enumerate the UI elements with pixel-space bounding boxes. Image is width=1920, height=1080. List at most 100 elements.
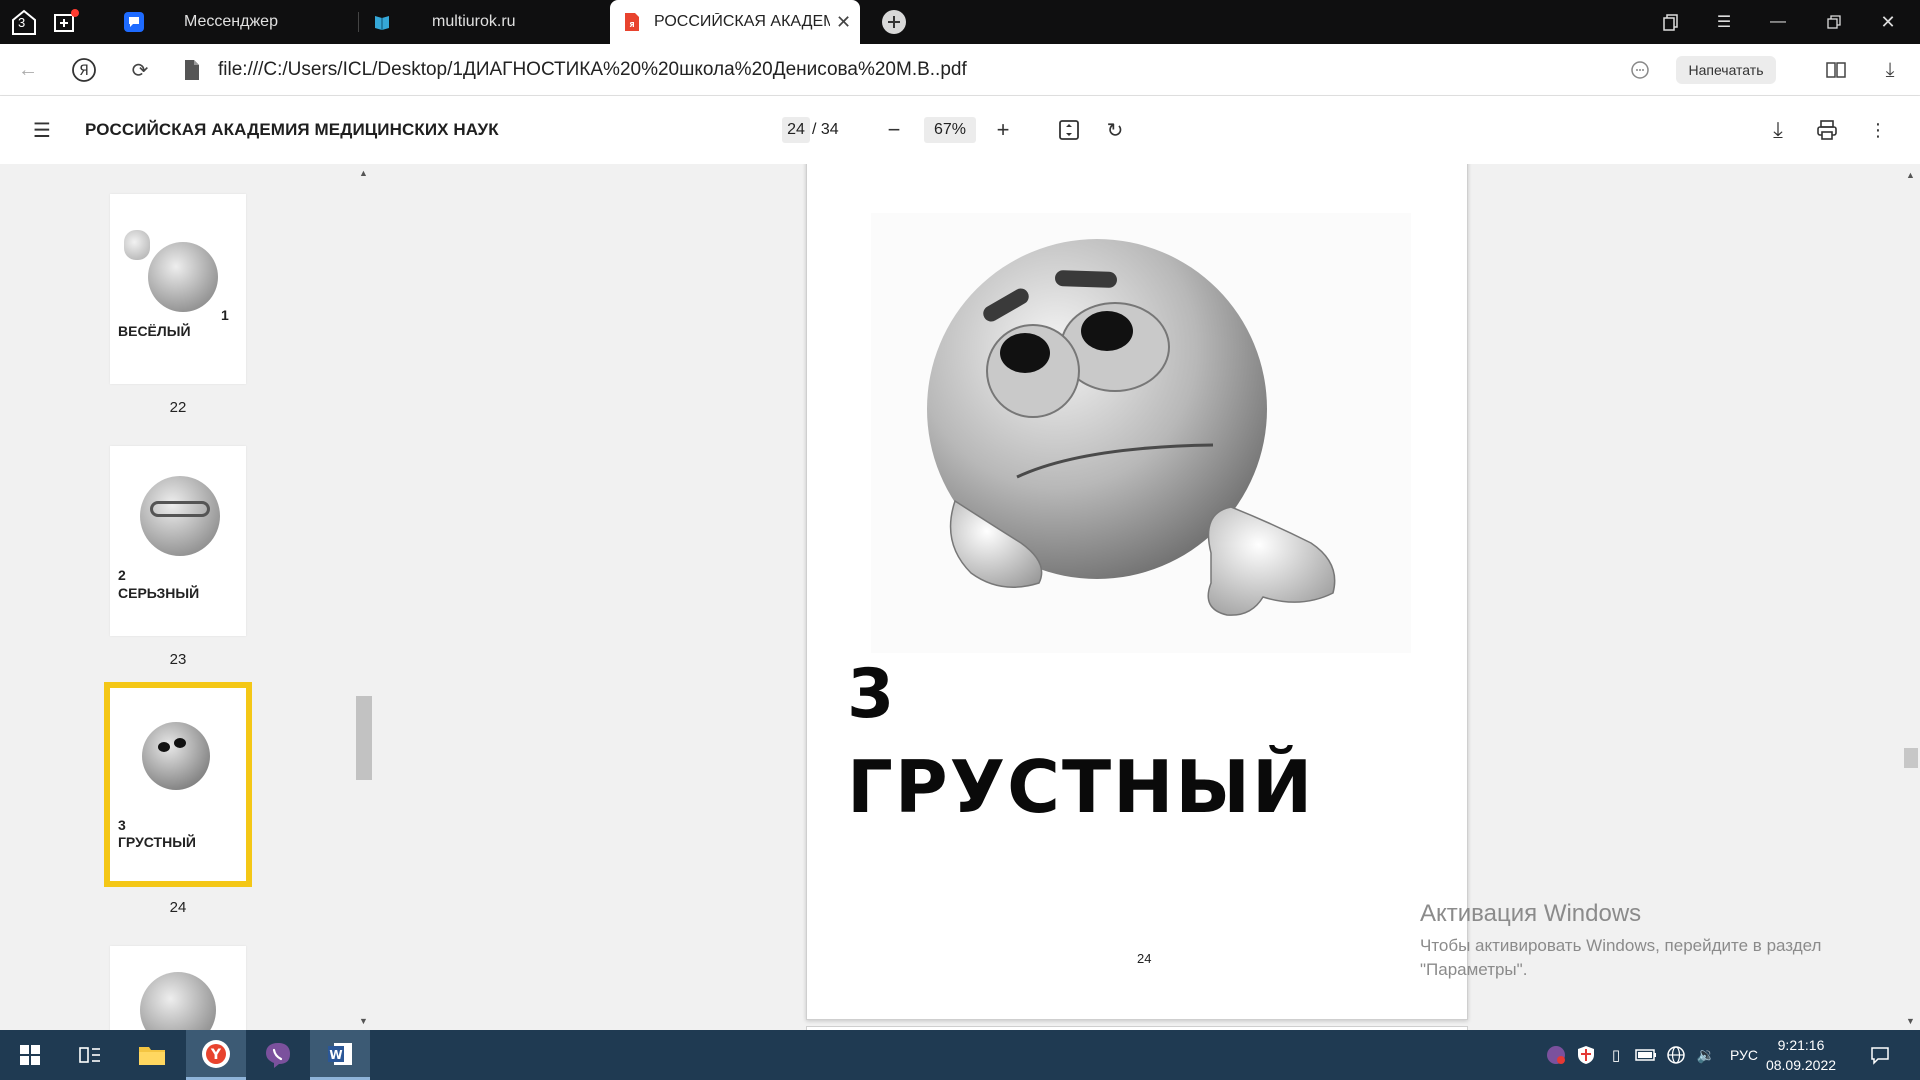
- svg-text:W: W: [329, 1048, 342, 1062]
- yandex-browser-button[interactable]: Y: [186, 1030, 246, 1080]
- start-button[interactable]: [0, 1030, 60, 1080]
- home-tabs-icon[interactable]: 3: [8, 6, 40, 38]
- windows-activation-watermark: Активация Windows Чтобы активировать Win…: [1420, 900, 1821, 982]
- happy-face-image: [148, 242, 218, 312]
- windows-logo-icon: [20, 1045, 40, 1065]
- thumbnail-page-number: 23: [169, 651, 187, 668]
- viber-button[interactable]: [248, 1030, 308, 1080]
- page-number-input[interactable]: 24: [782, 117, 810, 143]
- viber-tray-icon[interactable]: [1544, 1043, 1568, 1067]
- document-title: РОССИЙСКАЯ АКАДЕМИЯ МЕДИЦИНСКИХ НАУК: [85, 120, 499, 139]
- tab-pdf-document[interactable]: Я РОССИЙСКАЯ АКАДЕМ ✕: [610, 0, 860, 44]
- thumbnail-page-number: 22: [169, 399, 187, 416]
- network-globe-icon[interactable]: [1664, 1043, 1688, 1067]
- battery-icon[interactable]: [1634, 1043, 1658, 1067]
- thumb-label-word: ВЕСЁЛЫЙ: [118, 323, 191, 339]
- page-total: / 34: [812, 121, 839, 138]
- address-bar: ← Я ⟳ file:///C:/Users/ICL/Desktop/1ДИАГ…: [0, 44, 1920, 96]
- pdf-toolbar: ☰ РОССИЙСКАЯ АКАДЕМИЯ МЕДИЦИНСКИХ НАУК 2…: [0, 96, 1920, 164]
- book-icon: [372, 12, 392, 32]
- sad-face-image: [142, 722, 210, 790]
- thumb-label-word: СЕРЬЗНЫЙ: [118, 585, 200, 601]
- zoom-in-icon[interactable]: +: [987, 114, 1019, 146]
- save-pdf-icon[interactable]: ⤓: [1762, 114, 1794, 146]
- scroll-up-arrow-icon[interactable]: ▲: [1906, 170, 1915, 180]
- thumbnail-page-number: 24: [169, 899, 187, 916]
- back-icon[interactable]: ←: [12, 54, 44, 86]
- clock-time: 9:21:16: [1777, 1037, 1825, 1053]
- yandex-logo-icon[interactable]: Я: [68, 54, 100, 86]
- file-explorer-button[interactable]: [122, 1030, 182, 1080]
- task-view-button[interactable]: [60, 1030, 120, 1080]
- yandex-browser-icon: Y: [202, 1039, 230, 1068]
- fit-page-icon[interactable]: [1053, 114, 1085, 146]
- scroll-down-arrow-icon[interactable]: ▼: [359, 1016, 368, 1026]
- task-view-icon: [79, 1047, 100, 1063]
- page-footer-number: 24: [1137, 951, 1152, 966]
- sad-face-eye: [158, 742, 170, 752]
- print-button[interactable]: Напечатать: [1676, 56, 1776, 84]
- chat-icon[interactable]: [1624, 54, 1656, 86]
- shield-tray-icon[interactable]: [1574, 1043, 1598, 1067]
- system-clock[interactable]: 9:21:16 08.09.2022: [1756, 1035, 1846, 1075]
- scroll-up-arrow-icon[interactable]: ▲: [359, 168, 368, 178]
- page-thumbnail-24[interactable]: 3 ГРУСТНЫЙ: [104, 682, 252, 887]
- tab-messenger[interactable]: Мессенджер: [118, 0, 358, 44]
- print-icon[interactable]: [1811, 114, 1843, 146]
- new-tab-icon[interactable]: [878, 6, 910, 38]
- folder-icon: [139, 1047, 165, 1065]
- waving-hand-image: [124, 230, 150, 260]
- activation-line2: "Параметры".: [1420, 960, 1528, 979]
- viber-icon: [266, 1043, 290, 1068]
- zoom-level-input[interactable]: 67%: [924, 117, 976, 143]
- word-icon: W: [328, 1042, 352, 1065]
- activation-line1: Чтобы активировать Windows, перейдите в …: [1420, 936, 1822, 955]
- hamburger-menu-icon[interactable]: ☰: [26, 114, 58, 146]
- page-thumbnail-25[interactable]: [110, 946, 246, 1036]
- tab-separator: [358, 12, 359, 32]
- rotate-icon[interactable]: ↻: [1099, 114, 1131, 146]
- tab-label: Мессенджер: [184, 13, 278, 30]
- menu-icon[interactable]: ☰: [1700, 0, 1748, 44]
- page-heading-number: 3: [847, 655, 895, 734]
- close-tab-icon[interactable]: ✕: [836, 12, 851, 33]
- clock-date: 08.09.2022: [1765, 1057, 1837, 1073]
- word-button[interactable]: W: [310, 1030, 370, 1080]
- home-tabs-badge: 3: [18, 15, 26, 30]
- viewer-scrollbar[interactable]: ▲ ▼: [1902, 164, 1920, 1030]
- activation-title: Активация Windows: [1420, 900, 1642, 927]
- page-thumbnail-22[interactable]: 1 ВЕСЁЛЫЙ: [110, 194, 246, 384]
- tab-multiurok[interactable]: multiurok.ru: [372, 0, 602, 44]
- sidebar-scrollbar[interactable]: ▲ ▼: [356, 164, 372, 1030]
- viewer-scroll-thumb[interactable]: [1904, 748, 1918, 768]
- more-options-icon[interactable]: ⋮: [1862, 114, 1894, 146]
- thumbnail-sidebar: 1 ВЕСЁЛЫЙ 22 2 СЕРЬЗНЫЙ 23 3 ГРУСТНЫЙ 24…: [0, 164, 372, 1036]
- thumb-label-number: 2: [118, 567, 126, 583]
- volume-icon[interactable]: 🔉: [1694, 1043, 1718, 1067]
- svg-text:Я: Я: [629, 21, 634, 29]
- browser-tab-bar: 3 Мессенджер multiurok.ru Я РОССИЙСКАЯ А…: [0, 0, 1920, 44]
- svg-text:Я: Я: [79, 63, 89, 79]
- scroll-down-arrow-icon[interactable]: ▼: [1906, 1016, 1915, 1026]
- file-icon[interactable]: [176, 54, 208, 86]
- notifications-icon[interactable]: [1868, 1043, 1892, 1067]
- thumb-label-number: 3: [118, 817, 126, 833]
- thumb-label-word: ГРУСТНЫЙ: [118, 834, 196, 850]
- usb-device-icon[interactable]: ▯: [1604, 1043, 1628, 1067]
- restore-icon[interactable]: [1810, 0, 1858, 44]
- page-thumbnail-23[interactable]: 2 СЕРЬЗНЫЙ: [110, 446, 246, 636]
- sidebar-scroll-thumb[interactable]: [356, 696, 372, 780]
- new-tab-group-icon[interactable]: [50, 6, 82, 38]
- close-window-icon[interactable]: ✕: [1864, 0, 1912, 44]
- pdf-icon: Я: [622, 12, 642, 32]
- tab-label: РОССИЙСКАЯ АКАДЕМ: [654, 13, 830, 30]
- url-field[interactable]: file:///C:/Users/ICL/Desktop/1ДИАГНОСТИК…: [218, 59, 967, 81]
- download-icon[interactable]: ⤓: [1874, 54, 1906, 86]
- collections-icon[interactable]: [1646, 0, 1694, 44]
- reload-icon[interactable]: ⟳: [124, 54, 156, 86]
- minimize-icon[interactable]: —: [1754, 0, 1802, 44]
- reader-icon[interactable]: [1820, 54, 1852, 86]
- tab-label: multiurok.ru: [432, 13, 516, 30]
- zoom-out-icon[interactable]: −: [878, 114, 910, 146]
- pdf-page: 3 ГРУСТНЫЙ 24: [806, 164, 1468, 1020]
